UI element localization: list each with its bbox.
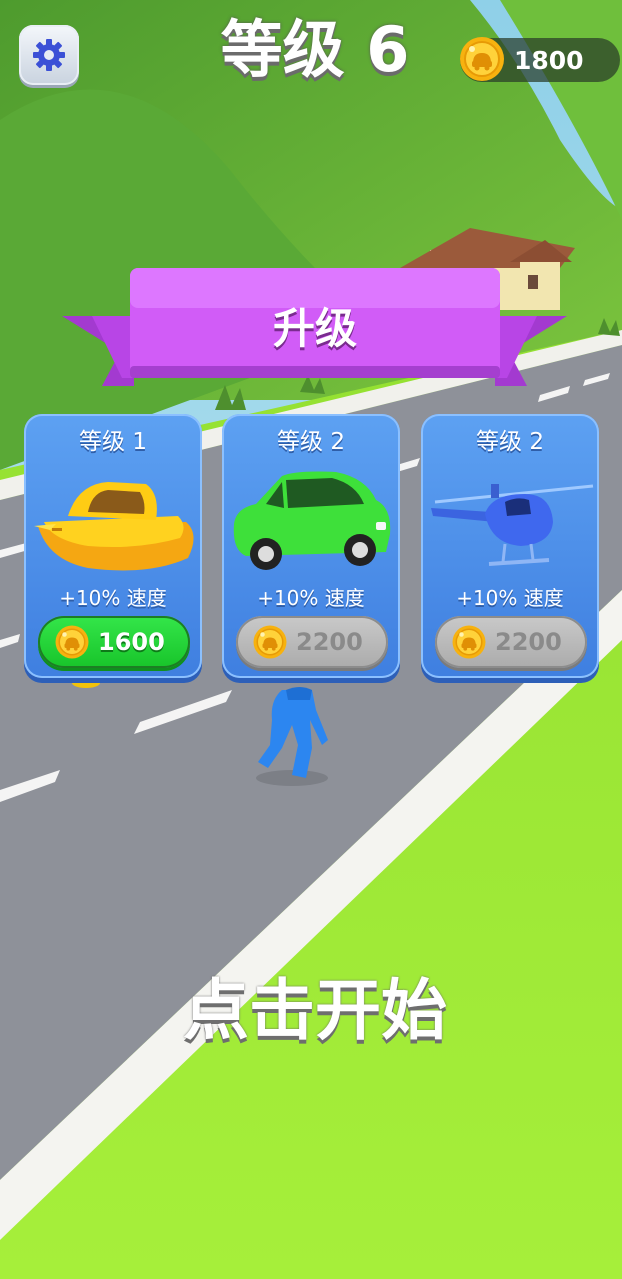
blue-helicopter-icon bbox=[431, 484, 594, 566]
level-title: 等级 6 bbox=[220, 13, 410, 86]
buy-button-helicopter[interactable]: 2200 bbox=[435, 616, 587, 668]
coin-icon bbox=[55, 625, 89, 659]
card-level-label: 等级 1 bbox=[79, 429, 147, 455]
buy-button-boat[interactable]: 1600 bbox=[38, 616, 190, 668]
price-label: 2200 bbox=[495, 628, 562, 656]
card-bonus-label: +10% 速度 bbox=[456, 586, 564, 610]
card-level-label: 等级 2 bbox=[277, 429, 345, 455]
upgrade-card-car[interactable]: 等级 2 +10% 速度 2200 bbox=[222, 414, 400, 678]
coin-counter: 1800 bbox=[460, 37, 620, 82]
card-level-label: 等级 2 bbox=[476, 429, 544, 455]
upgrade-title: 升级 bbox=[272, 304, 357, 353]
coin-icon bbox=[253, 625, 287, 659]
buy-button-car[interactable]: 2200 bbox=[236, 616, 388, 668]
coin-icon bbox=[452, 625, 486, 659]
gear-icon bbox=[33, 39, 65, 71]
coin-count: 1800 bbox=[514, 46, 584, 75]
card-bonus-label: +10% 速度 bbox=[257, 586, 365, 610]
settings-button[interactable] bbox=[19, 25, 79, 85]
price-label: 2200 bbox=[296, 628, 363, 656]
yellow-boat-icon bbox=[34, 482, 194, 571]
card-bonus-label: +10% 速度 bbox=[59, 586, 167, 610]
upgrade-card-helicopter[interactable]: 等级 2 +10% 速度 2200 bbox=[421, 414, 599, 678]
coin-icon bbox=[460, 37, 504, 81]
upgrade-card-boat[interactable]: 等级 1 +10% 速度 1600 bbox=[24, 414, 202, 678]
price-label: 1600 bbox=[98, 628, 165, 656]
tap-to-start-prompt[interactable]: 点击开始 bbox=[150, 966, 480, 1056]
green-car-icon bbox=[233, 471, 391, 570]
